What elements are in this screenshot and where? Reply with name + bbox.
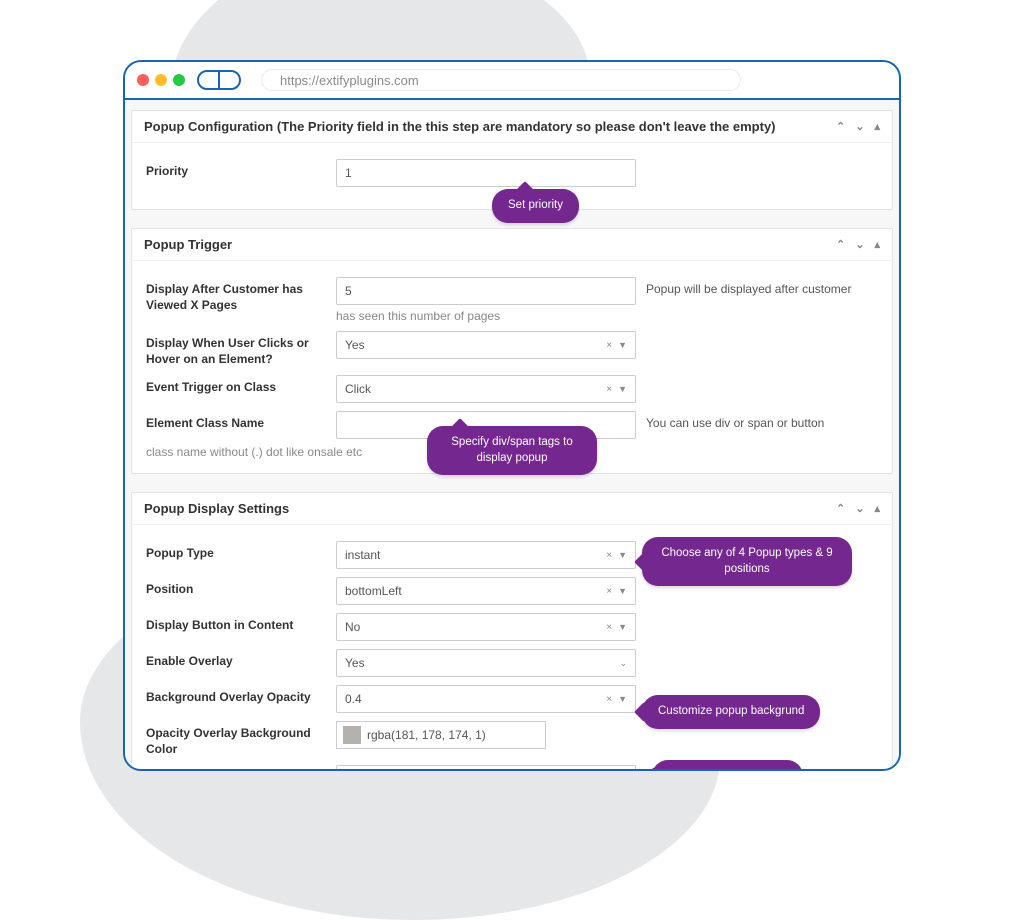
clear-icon[interactable]: × bbox=[606, 550, 612, 561]
panel-move-up-icon[interactable]: ⌃ bbox=[836, 120, 845, 133]
callout-specify-tags: Specify div/span tags to display popup bbox=[427, 426, 597, 475]
select-value: 0.4 bbox=[345, 692, 362, 706]
callout-animations: 30+ overlay animations bbox=[652, 760, 803, 769]
color-swatch bbox=[343, 726, 361, 744]
bg-opacity-select[interactable]: 0.4 × ▼ bbox=[336, 685, 636, 713]
panel-collapse-icon[interactable]: ▴ bbox=[874, 502, 880, 515]
position-select[interactable]: bottomLeft × ▼ bbox=[336, 577, 636, 605]
position-label: Position bbox=[146, 577, 326, 598]
display-button-select[interactable]: No × ▼ bbox=[336, 613, 636, 641]
element-class-label: Element Class Name bbox=[146, 411, 326, 432]
panel-title: Popup Configuration (The Priority field … bbox=[144, 119, 836, 134]
select-value: Yes bbox=[345, 338, 365, 352]
display-after-pages-side: Popup will be displayed after customer bbox=[646, 282, 851, 296]
panel-collapse-icon[interactable]: ▴ bbox=[874, 238, 880, 251]
minimize-icon[interactable] bbox=[155, 74, 167, 86]
address-bar[interactable]: https://extifyplugins.com bbox=[261, 69, 741, 91]
clear-icon[interactable]: × bbox=[606, 586, 612, 597]
maximize-icon[interactable] bbox=[173, 74, 185, 86]
select-value: bottomLeft bbox=[345, 584, 402, 598]
panel-actions: ⌃ ⌄ ▴ bbox=[836, 502, 880, 515]
panel-collapse-icon[interactable]: ▴ bbox=[874, 120, 880, 133]
popup-type-select[interactable]: instant × ▼ bbox=[336, 541, 636, 569]
enable-overlay-select[interactable]: Yes ⌄ bbox=[336, 649, 636, 677]
panel-move-down-icon[interactable]: ⌄ bbox=[855, 120, 864, 133]
panel-popup-display-settings: Popup Display Settings ⌃ ⌄ ▴ Popup Type … bbox=[131, 492, 893, 769]
event-trigger-label: Event Trigger on Class bbox=[146, 375, 326, 396]
chevron-down-icon[interactable]: ⌄ bbox=[619, 658, 627, 669]
panel-move-up-icon[interactable]: ⌃ bbox=[836, 238, 845, 251]
panel-actions: ⌃ ⌄ ▴ bbox=[836, 238, 880, 251]
bg-color-label: Opacity Overlay Background Color bbox=[146, 721, 326, 757]
display-button-label: Display Button in Content bbox=[146, 613, 326, 634]
event-trigger-select[interactable]: Click × ▼ bbox=[336, 375, 636, 403]
panel-popup-trigger: Popup Trigger ⌃ ⌄ ▴ Display After Custom… bbox=[131, 228, 893, 474]
chevron-down-icon[interactable]: ▼ bbox=[618, 622, 627, 632]
popup-type-label: Popup Type bbox=[146, 541, 326, 562]
chevron-down-icon[interactable]: ▼ bbox=[618, 694, 627, 704]
panel-header: Popup Display Settings ⌃ ⌄ ▴ bbox=[132, 493, 892, 525]
clear-icon[interactable]: × bbox=[606, 384, 612, 395]
panel-move-down-icon[interactable]: ⌄ bbox=[855, 502, 864, 515]
overlay-animation-select[interactable]: fadeIn ×▼ bbox=[336, 765, 636, 769]
panel-title: Popup Display Settings bbox=[144, 501, 836, 516]
callout-set-priority: Set priority bbox=[492, 189, 579, 223]
select-value: No bbox=[345, 620, 360, 634]
panel-popup-configuration: Popup Configuration (The Priority field … bbox=[131, 110, 893, 210]
priority-input[interactable] bbox=[336, 159, 636, 187]
close-icon[interactable] bbox=[137, 74, 149, 86]
panel-title: Popup Trigger bbox=[144, 237, 836, 252]
browser-window: https://extifyplugins.com Popup Configur… bbox=[123, 60, 901, 771]
overlay-animation-label: Overlay Animation bbox=[146, 765, 326, 769]
priority-label: Priority bbox=[146, 159, 326, 180]
tab-switcher-icon[interactable] bbox=[197, 70, 241, 90]
bg-opacity-label: Background Overlay Opacity bbox=[146, 685, 326, 706]
callout-popup-types: Choose any of 4 Popup types & 9 position… bbox=[642, 537, 852, 586]
select-value: Click bbox=[345, 382, 371, 396]
display-after-pages-under: has seen this number of pages bbox=[336, 309, 878, 323]
chevron-down-icon[interactable]: ▼ bbox=[618, 586, 627, 596]
display-on-hover-label: Display When User Clicks or Hover on an … bbox=[146, 331, 326, 367]
chevron-down-icon[interactable]: ▼ bbox=[618, 550, 627, 560]
browser-titlebar: https://extifyplugins.com bbox=[125, 62, 899, 100]
panel-header: Popup Trigger ⌃ ⌄ ▴ bbox=[132, 229, 892, 261]
select-value: Yes bbox=[345, 656, 365, 670]
panel-actions: ⌃ ⌄ ▴ bbox=[836, 120, 880, 133]
clear-icon[interactable]: × bbox=[606, 622, 612, 633]
page-content: Popup Configuration (The Priority field … bbox=[125, 100, 899, 769]
panel-move-up-icon[interactable]: ⌃ bbox=[836, 502, 845, 515]
chevron-down-icon[interactable]: ▼ bbox=[618, 340, 627, 350]
window-controls bbox=[137, 74, 185, 86]
clear-icon[interactable]: × bbox=[606, 340, 612, 351]
select-value: instant bbox=[345, 548, 380, 562]
display-after-pages-input[interactable] bbox=[336, 277, 636, 305]
clear-icon[interactable]: × bbox=[606, 694, 612, 705]
chevron-down-icon[interactable]: ▼ bbox=[618, 384, 627, 394]
panel-move-down-icon[interactable]: ⌄ bbox=[855, 238, 864, 251]
bg-color-input[interactable]: rgba(181, 178, 174, 1) bbox=[336, 721, 546, 749]
callout-customize-bg: Customize popup backgrund bbox=[642, 695, 820, 729]
display-after-pages-label: Display After Customer has Viewed X Page… bbox=[146, 277, 326, 313]
display-on-hover-select[interactable]: Yes × ▼ bbox=[336, 331, 636, 359]
color-value: rgba(181, 178, 174, 1) bbox=[367, 728, 486, 742]
panel-header: Popup Configuration (The Priority field … bbox=[132, 111, 892, 143]
element-class-side: You can use div or span or button bbox=[646, 416, 824, 430]
enable-overlay-label: Enable Overlay bbox=[146, 649, 326, 670]
